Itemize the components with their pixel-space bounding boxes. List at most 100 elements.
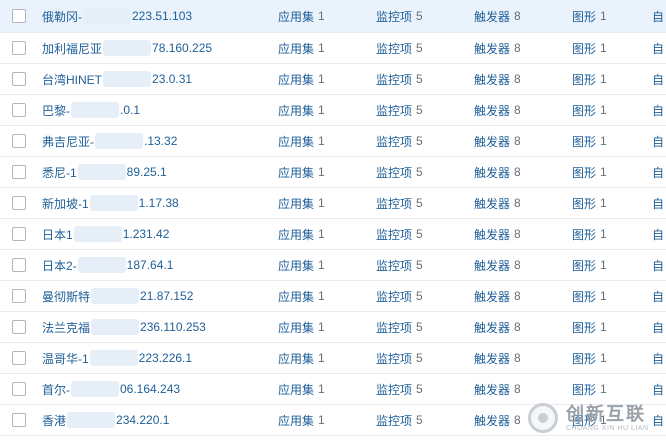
host-name-link[interactable]: 首尔- 06.164.243 xyxy=(42,374,262,404)
items-link[interactable]: 监控项 5 xyxy=(376,0,423,32)
applications-link[interactable]: 应用集 1 xyxy=(278,405,325,435)
row-checkbox[interactable] xyxy=(12,289,26,303)
triggers-link[interactable]: 触发器 8 xyxy=(474,0,521,32)
row-checkbox[interactable] xyxy=(12,227,26,241)
discovery-link[interactable]: 自 xyxy=(652,0,664,32)
graphs-link[interactable]: 图形 1 xyxy=(572,95,607,125)
host-name-link[interactable]: 日本1 1.231.42 xyxy=(42,219,262,249)
discovery-link[interactable]: 自 xyxy=(652,157,664,187)
applications-link[interactable]: 应用集 1 xyxy=(278,188,325,218)
discovery-link[interactable]: 自 xyxy=(652,33,664,63)
items-link[interactable]: 监控项 5 xyxy=(376,33,423,63)
host-name-link[interactable]: 温哥华-1 223.226.1 xyxy=(42,343,262,373)
host-name-link[interactable]: 新加坡-1 1.17.38 xyxy=(42,188,262,218)
triggers-link[interactable]: 触发器 8 xyxy=(474,126,521,156)
applications-link[interactable]: 应用集 1 xyxy=(278,343,325,373)
host-name-link[interactable]: 加利福尼亚 78.160.225 xyxy=(42,33,262,63)
triggers-link[interactable]: 触发器 8 xyxy=(474,95,521,125)
row-checkbox[interactable] xyxy=(12,103,26,117)
applications-link[interactable]: 应用集 1 xyxy=(278,219,325,249)
triggers-link[interactable]: 触发器 8 xyxy=(474,312,521,342)
applications-link[interactable]: 应用集 1 xyxy=(278,250,325,280)
discovery-link[interactable]: 自 xyxy=(652,281,664,311)
applications-link[interactable]: 应用集 1 xyxy=(278,126,325,156)
graphs-link[interactable]: 图形 1 xyxy=(572,281,607,311)
graphs-link[interactable]: 图形 1 xyxy=(572,126,607,156)
graphs-link[interactable]: 图形 1 xyxy=(572,343,607,373)
applications-link[interactable]: 应用集 1 xyxy=(278,64,325,94)
applications-link[interactable]: 应用集 1 xyxy=(278,157,325,187)
graphs-link[interactable]: 图形 1 xyxy=(572,0,607,32)
applications-link[interactable]: 应用集 1 xyxy=(278,95,325,125)
items-link[interactable]: 监控项 5 xyxy=(376,219,423,249)
discovery-link[interactable]: 自 xyxy=(652,188,664,218)
graphs-link[interactable]: 图形 1 xyxy=(572,157,607,187)
host-name-link[interactable]: 巴黎- .0.1 xyxy=(42,95,262,125)
row-checkbox[interactable] xyxy=(12,41,26,55)
items-link[interactable]: 监控项 5 xyxy=(376,374,423,404)
row-checkbox[interactable] xyxy=(12,413,26,427)
triggers-link[interactable]: 触发器 8 xyxy=(474,157,521,187)
discovery-link[interactable]: 自 xyxy=(652,312,664,342)
items-link[interactable]: 监控项 5 xyxy=(376,405,423,435)
host-name-link[interactable]: 香港 234.220.1 xyxy=(42,405,262,435)
host-name-link[interactable]: 台湾HINET 23.0.31 xyxy=(42,64,262,94)
triggers-link[interactable]: 触发器 8 xyxy=(474,33,521,63)
items-link[interactable]: 监控项 5 xyxy=(376,343,423,373)
host-name-link[interactable]: 日本2- 187.64.1 xyxy=(42,250,262,280)
discovery-link[interactable]: 自 xyxy=(652,126,664,156)
applications-link[interactable]: 应用集 1 xyxy=(278,312,325,342)
row-checkbox[interactable] xyxy=(12,9,26,23)
row-checkbox[interactable] xyxy=(12,382,26,396)
host-name-link[interactable]: 俄勒冈- 223.51.103 xyxy=(42,0,262,32)
row-checkbox[interactable] xyxy=(12,134,26,148)
items-link[interactable]: 监控项 5 xyxy=(376,157,423,187)
redaction-blur xyxy=(71,102,119,118)
host-name-link[interactable]: 弗吉尼亚- .13.32 xyxy=(42,126,262,156)
row-checkbox[interactable] xyxy=(12,320,26,334)
triggers-link[interactable]: 触发器 8 xyxy=(474,343,521,373)
items-link[interactable]: 监控项 5 xyxy=(376,312,423,342)
row-checkbox[interactable] xyxy=(12,258,26,272)
row-checkbox[interactable] xyxy=(12,351,26,365)
graphs-link[interactable]: 图形 1 xyxy=(572,33,607,63)
row-checkbox[interactable] xyxy=(12,165,26,179)
row-checkbox[interactable] xyxy=(12,196,26,210)
triggers-link[interactable]: 触发器 8 xyxy=(474,219,521,249)
items-link[interactable]: 监控项 5 xyxy=(376,281,423,311)
applications-link[interactable]: 应用集 1 xyxy=(278,281,325,311)
host-name-link[interactable]: 悉尼-1 89.25.1 xyxy=(42,157,262,187)
triggers-link[interactable]: 触发器 8 xyxy=(474,64,521,94)
graphs-link[interactable]: 图形 1 xyxy=(572,219,607,249)
graphs-link[interactable]: 图形 1 xyxy=(572,250,607,280)
items-link[interactable]: 监控项 5 xyxy=(376,250,423,280)
items-link[interactable]: 监控项 5 xyxy=(376,188,423,218)
row-checkbox[interactable] xyxy=(12,72,26,86)
discovery-link[interactable]: 自 xyxy=(652,95,664,125)
triggers-link[interactable]: 触发器 8 xyxy=(474,281,521,311)
discovery-link[interactable]: 自 xyxy=(652,250,664,280)
applications-label: 应用集 xyxy=(278,413,315,428)
applications-link[interactable]: 应用集 1 xyxy=(278,33,325,63)
applications-label: 应用集 xyxy=(278,103,315,118)
triggers-link[interactable]: 触发器 8 xyxy=(474,405,521,435)
items-link[interactable]: 监控项 5 xyxy=(376,95,423,125)
discovery-link[interactable]: 自 xyxy=(652,64,664,94)
discovery-link[interactable]: 自 xyxy=(652,219,664,249)
host-name-prefix: 法兰克福 xyxy=(42,320,91,335)
triggers-link[interactable]: 触发器 8 xyxy=(474,374,521,404)
discovery-link[interactable]: 自 xyxy=(652,343,664,373)
items-link[interactable]: 监控项 5 xyxy=(376,64,423,94)
checkbox-cell xyxy=(12,281,28,311)
triggers-link[interactable]: 触发器 8 xyxy=(474,188,521,218)
triggers-label: 触发器 xyxy=(474,165,511,180)
graphs-link[interactable]: 图形 1 xyxy=(572,312,607,342)
graphs-link[interactable]: 图形 1 xyxy=(572,64,607,94)
items-link[interactable]: 监控项 5 xyxy=(376,126,423,156)
applications-link[interactable]: 应用集 1 xyxy=(278,374,325,404)
graphs-link[interactable]: 图形 1 xyxy=(572,188,607,218)
triggers-link[interactable]: 触发器 8 xyxy=(474,250,521,280)
host-name-link[interactable]: 法兰克福 236.110.253 xyxy=(42,312,262,342)
applications-link[interactable]: 应用集 1 xyxy=(278,0,325,32)
host-name-link[interactable]: 曼彻斯特 21.87.152 xyxy=(42,281,262,311)
